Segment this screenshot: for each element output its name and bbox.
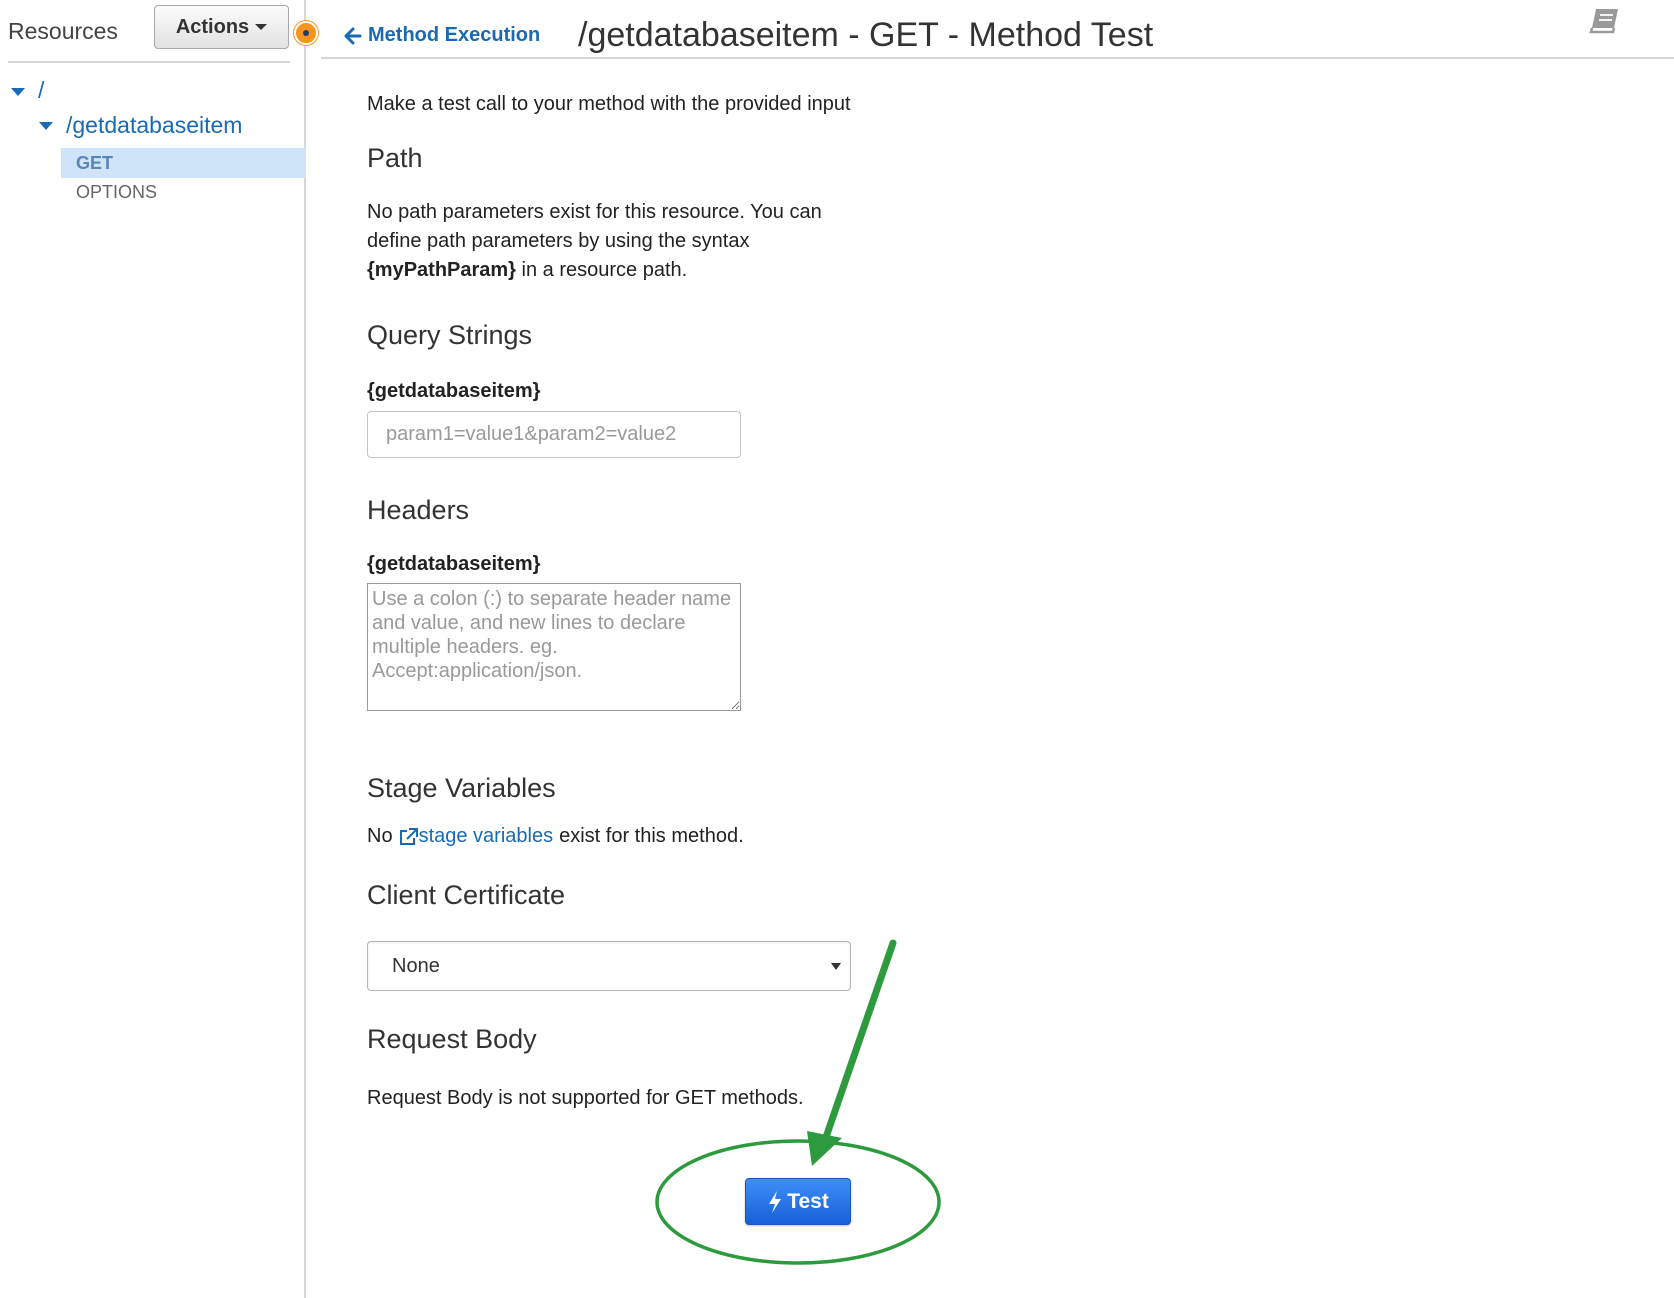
stage-variables-text: No stage variables exist for this method…	[367, 825, 744, 848]
tree-expand-icon[interactable]	[11, 88, 25, 96]
path-param-syntax: {myPathParam}	[367, 259, 516, 281]
tree-item-get-method[interactable]: GET	[61, 148, 306, 178]
external-link-icon	[399, 827, 418, 845]
tree-expand-icon[interactable]	[39, 122, 53, 130]
stage-variables-prefix: No	[367, 825, 393, 847]
method-execution-link[interactable]: Method Execution	[344, 24, 540, 47]
stage-variables-link[interactable]: stage variables	[399, 825, 554, 848]
client-certificate-heading: Client Certificate	[367, 880, 566, 910]
book-icon[interactable]	[1588, 6, 1622, 36]
lightning-bolt-icon	[769, 1190, 782, 1213]
arrow-left-icon	[344, 27, 362, 44]
caret-down-icon	[255, 24, 268, 30]
test-button[interactable]: Test	[745, 1178, 851, 1225]
tree-item-getdatabaseitem[interactable]: /getdatabaseitem	[66, 112, 242, 139]
dropdown-arrow-icon	[831, 963, 841, 970]
stage-variables-heading: Stage Variables	[367, 773, 556, 803]
path-help-line: No path parameters exist for this resour…	[367, 201, 822, 223]
headers-label: {getdatabaseitem}	[367, 553, 541, 575]
query-strings-input[interactable]	[367, 411, 741, 458]
resources-sidebar: Resources Actions / /getdatabaseitem GET…	[0, 0, 306, 1298]
stage-variables-link-label: stage variables	[418, 825, 554, 847]
method-execution-label: Method Execution	[368, 24, 541, 46]
resources-title: Resources	[8, 18, 118, 44]
stage-variables-suffix: exist for this method.	[559, 825, 744, 847]
intro-text: Make a test call to your method with the…	[367, 93, 851, 115]
page-title: /getdatabaseitem - GET - Method Test	[578, 16, 1154, 54]
actions-button[interactable]: Actions	[154, 5, 289, 49]
headers-textarea[interactable]	[367, 583, 741, 711]
query-strings-heading: Query Strings	[367, 320, 533, 350]
header-divider	[321, 57, 1674, 59]
status-indicator-icon[interactable]	[294, 21, 318, 45]
query-strings-label: {getdatabaseitem}	[367, 380, 541, 402]
tree-item-get-label: GET	[76, 153, 114, 173]
tree-item-options-method[interactable]: OPTIONS	[76, 182, 157, 203]
request-body-heading: Request Body	[367, 1024, 537, 1054]
headers-heading: Headers	[367, 495, 470, 525]
client-certificate-select[interactable]: None	[367, 941, 851, 991]
tree-item-root[interactable]: /	[38, 77, 44, 104]
request-body-text: Request Body is not supported for GET me…	[367, 1087, 804, 1109]
sidebar-divider	[8, 61, 290, 63]
path-heading: Path	[367, 143, 423, 173]
path-help-rest: in a resource path.	[515, 259, 688, 281]
path-help-line: define path parameters by using the synt…	[367, 230, 750, 252]
test-button-label: Test	[787, 1189, 829, 1213]
client-certificate-value: None	[392, 955, 440, 977]
path-help-line: {myPathParam} in a resource path.	[367, 259, 687, 282]
annotation-arrow-head	[807, 1131, 842, 1166]
actions-label: Actions	[175, 15, 250, 38]
